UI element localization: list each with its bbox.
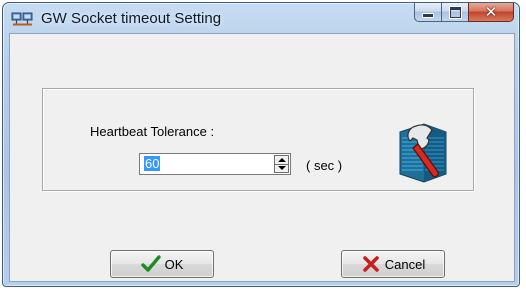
spin-down-icon	[277, 166, 286, 171]
heartbeat-tolerance-value: 60	[144, 156, 161, 171]
dialog-window: GW Socket timeout Setting ✕ Heartbeat To…	[2, 2, 520, 287]
maximize-icon	[449, 6, 461, 18]
unit-label: ( sec )	[306, 158, 343, 173]
ok-button-label: OK	[164, 256, 184, 272]
spin-down-button[interactable]	[274, 164, 289, 173]
maximize-button[interactable]	[441, 3, 468, 22]
window-title: GW Socket timeout Setting	[41, 10, 222, 27]
caption-buttons: ✕	[414, 3, 514, 23]
x-mark-icon	[362, 256, 379, 272]
cancel-button-label: Cancel	[384, 256, 426, 272]
close-button[interactable]: ✕	[468, 3, 514, 22]
minimize-icon	[423, 13, 433, 17]
close-icon: ✕	[484, 2, 498, 21]
wrench-settings-icon	[399, 123, 447, 183]
network-icon	[11, 12, 33, 26]
dialog-body: Heartbeat Tolerance : 60 ( sec ) OK Canc…	[9, 33, 515, 282]
checkmark-icon	[140, 255, 161, 272]
cancel-button[interactable]: Cancel	[341, 250, 445, 278]
minimize-button[interactable]	[414, 3, 441, 22]
ok-button[interactable]: OK	[110, 250, 214, 278]
title-bar[interactable]: GW Socket timeout Setting ✕	[3, 3, 519, 33]
heartbeat-tolerance-label: Heartbeat Tolerance :	[90, 124, 215, 139]
spin-buttons	[274, 155, 289, 173]
spin-up-icon	[277, 157, 286, 162]
heartbeat-tolerance-input[interactable]: 60	[141, 155, 274, 173]
spin-up-button[interactable]	[274, 155, 289, 165]
heartbeat-tolerance-spinbox[interactable]: 60	[139, 153, 291, 175]
